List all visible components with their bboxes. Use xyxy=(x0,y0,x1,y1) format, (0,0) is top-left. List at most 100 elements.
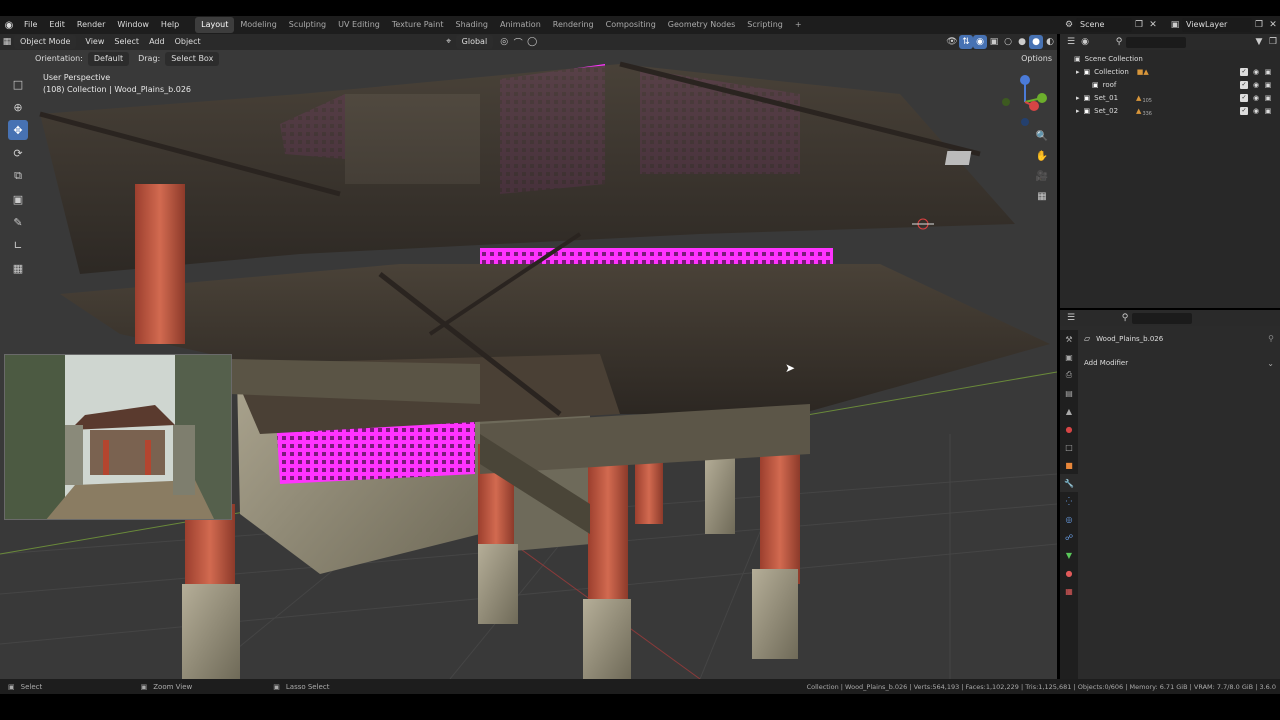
tab-layout[interactable]: Layout xyxy=(195,17,235,33)
select-box-icon[interactable]: □ xyxy=(8,74,28,94)
add-modifier-dropdown[interactable]: Add Modifier ⌄ xyxy=(1084,356,1274,370)
pan-hand-icon[interactable]: ✋ xyxy=(1034,148,1050,164)
new-viewlayer-icon[interactable]: ❐ xyxy=(1252,18,1266,32)
filter-icon[interactable]: ▼ xyxy=(1252,35,1266,49)
viewlayer-icon[interactable]: ▣ xyxy=(1168,18,1182,32)
outliner-item-set-02[interactable]: ▸ ▣ Set_02 ▲ 336 ✓ ◉ ▣ xyxy=(1060,104,1280,117)
data-tab-icon[interactable]: ▼ xyxy=(1060,546,1078,564)
tab-sculpting[interactable]: Sculpting xyxy=(283,17,332,33)
overlay-toggle-icon[interactable]: ◉ xyxy=(973,35,987,49)
transform-orientation-dropdown[interactable]: Global xyxy=(455,35,494,49)
outliner-item-roof[interactable]: ▣ roof ✓ ◉ ▣ xyxy=(1060,78,1280,91)
tab-shading[interactable]: Shading xyxy=(449,17,494,33)
outliner-item-set-01[interactable]: ▸ ▣ Set_01 ▲ 105 ✓ ◉ ▣ xyxy=(1060,91,1280,104)
menu-window[interactable]: Window xyxy=(111,16,155,34)
material-tab-icon[interactable]: ● xyxy=(1060,564,1078,582)
outliner-scene-collection[interactable]: ▣ Scene Collection xyxy=(1060,52,1280,65)
options-dropdown[interactable]: Options xyxy=(1016,52,1057,66)
drag-dropdown[interactable]: Select Box xyxy=(165,52,220,66)
orientation-dropdown[interactable]: Default xyxy=(87,52,130,66)
snap-icon[interactable]: ⌒ xyxy=(511,35,525,49)
menu-render[interactable]: Render xyxy=(71,16,111,34)
eye-icon[interactable]: ◉ xyxy=(1252,81,1260,89)
solid-shading-icon[interactable]: ● xyxy=(1015,35,1029,49)
zoom-icon[interactable]: 🔍 xyxy=(1034,128,1050,144)
texture-tab-icon[interactable]: ▦ xyxy=(1060,582,1078,600)
cursor-icon[interactable]: ⊕ xyxy=(8,97,28,117)
material-shading-icon[interactable]: ● xyxy=(1029,35,1043,49)
properties-search-input[interactable] xyxy=(1132,312,1192,324)
outliner-item-collection[interactable]: ▸ ▣ Collection ■▲ ✓ ◉ ▣ xyxy=(1060,65,1280,78)
visibility-icon[interactable]: 👁 xyxy=(945,35,959,49)
world-tab-icon[interactable]: ● xyxy=(1060,420,1078,438)
eye-icon[interactable]: ◉ xyxy=(1252,94,1260,102)
properties-editor-icon[interactable]: ☰ xyxy=(1064,311,1078,325)
eye-icon[interactable]: ◉ xyxy=(1252,107,1260,115)
tab-modeling[interactable]: Modeling xyxy=(234,17,282,33)
outliner-search-input[interactable] xyxy=(1126,36,1186,48)
constraints-tab-icon[interactable]: ☍ xyxy=(1060,528,1078,546)
checkbox-icon[interactable]: ✓ xyxy=(1240,80,1248,89)
camera-icon[interactable]: ▣ xyxy=(1264,81,1272,89)
pivot-point-icon[interactable]: ◎ xyxy=(497,35,511,49)
checkbox-icon[interactable]: ✓ xyxy=(1240,93,1248,102)
camera-icon[interactable]: 🎥 xyxy=(1034,168,1050,184)
delete-scene-icon[interactable]: ✕ xyxy=(1146,18,1160,32)
add-cube-icon[interactable]: ▦ xyxy=(8,258,28,278)
menu-edit[interactable]: Edit xyxy=(43,16,71,34)
outliner-editor-icon[interactable]: ☰ xyxy=(1064,35,1078,49)
tab-scripting[interactable]: Scripting xyxy=(741,17,789,33)
navigation-gizmo[interactable] xyxy=(1000,72,1050,132)
display-mode-icon[interactable]: ◉ xyxy=(1078,35,1092,49)
camera-icon[interactable]: ▣ xyxy=(1264,94,1272,102)
tab-geometry-nodes[interactable]: Geometry Nodes xyxy=(662,17,741,33)
scene-tab-icon[interactable]: ▲ xyxy=(1060,402,1078,420)
delete-viewlayer-icon[interactable]: ✕ xyxy=(1266,18,1280,32)
menu-file[interactable]: File xyxy=(18,16,43,34)
rotate-icon[interactable]: ⟳ xyxy=(8,143,28,163)
eye-icon[interactable]: ◉ xyxy=(1252,68,1260,76)
new-collection-icon[interactable]: ❐ xyxy=(1266,35,1280,49)
transform-icon[interactable]: ▣ xyxy=(8,189,28,209)
tab-rendering[interactable]: Rendering xyxy=(547,17,600,33)
expand-icon[interactable]: ▸ xyxy=(1076,94,1080,102)
tool-tab-icon[interactable]: ⚒ xyxy=(1060,330,1078,348)
expand-icon[interactable]: ▸ xyxy=(1076,107,1080,115)
add-workspace-button[interactable]: + xyxy=(789,17,808,33)
scale-icon[interactable]: ⧉ xyxy=(8,166,28,186)
modifier-tab-icon[interactable]: 🔧 xyxy=(1060,474,1078,492)
menu-view[interactable]: View xyxy=(80,35,109,49)
tab-uv-editing[interactable]: UV Editing xyxy=(332,17,386,33)
reference-image[interactable] xyxy=(4,354,232,520)
new-scene-icon[interactable]: ❐ xyxy=(1132,18,1146,32)
rendered-shading-icon[interactable]: ◐ xyxy=(1043,35,1057,49)
3d-viewport[interactable]: User Perspective (108) Collection | Wood… xyxy=(0,34,1057,679)
checkbox-icon[interactable]: ✓ xyxy=(1240,106,1248,115)
viewlayer-name-field[interactable]: ViewLayer xyxy=(1182,18,1252,32)
checkbox-icon[interactable]: ✓ xyxy=(1240,67,1248,76)
wireframe-shading-icon[interactable]: ○ xyxy=(1001,35,1015,49)
axis-gizmo-icon[interactable] xyxy=(1000,72,1050,132)
output-tab-icon[interactable]: ⎙ xyxy=(1060,366,1078,384)
blender-logo-icon[interactable]: ◉ xyxy=(0,16,18,34)
expand-icon[interactable]: ▸ xyxy=(1076,68,1080,76)
gizmo-toggle-icon[interactable]: ⇅ xyxy=(959,35,973,49)
physics-tab-icon[interactable]: ◎ xyxy=(1060,510,1078,528)
render-tab-icon[interactable]: ▣ xyxy=(1060,348,1078,366)
proportional-edit-icon[interactable]: ◯ xyxy=(525,35,539,49)
menu-help[interactable]: Help xyxy=(155,16,185,34)
ortho-grid-icon[interactable]: ▦ xyxy=(1034,188,1050,204)
object-mode-dropdown[interactable]: Object Mode xyxy=(14,35,77,49)
particles-tab-icon[interactable]: ⁛ xyxy=(1060,492,1078,510)
pin-icon[interactable]: ⚲ xyxy=(1268,334,1274,343)
object-tab-icon[interactable]: ■ xyxy=(1060,456,1078,474)
tab-compositing[interactable]: Compositing xyxy=(600,17,662,33)
scene-icon[interactable]: ⚙ xyxy=(1062,18,1076,32)
xray-icon[interactable]: ▣ xyxy=(987,35,1001,49)
collection-tab-icon[interactable]: □ xyxy=(1060,438,1078,456)
scene-name-field[interactable]: Scene xyxy=(1076,18,1132,32)
view-layer-tab-icon[interactable]: ▤ xyxy=(1060,384,1078,402)
camera-icon[interactable]: ▣ xyxy=(1264,107,1272,115)
menu-object[interactable]: Object xyxy=(170,35,206,49)
move-icon[interactable]: ✥ xyxy=(8,120,28,140)
